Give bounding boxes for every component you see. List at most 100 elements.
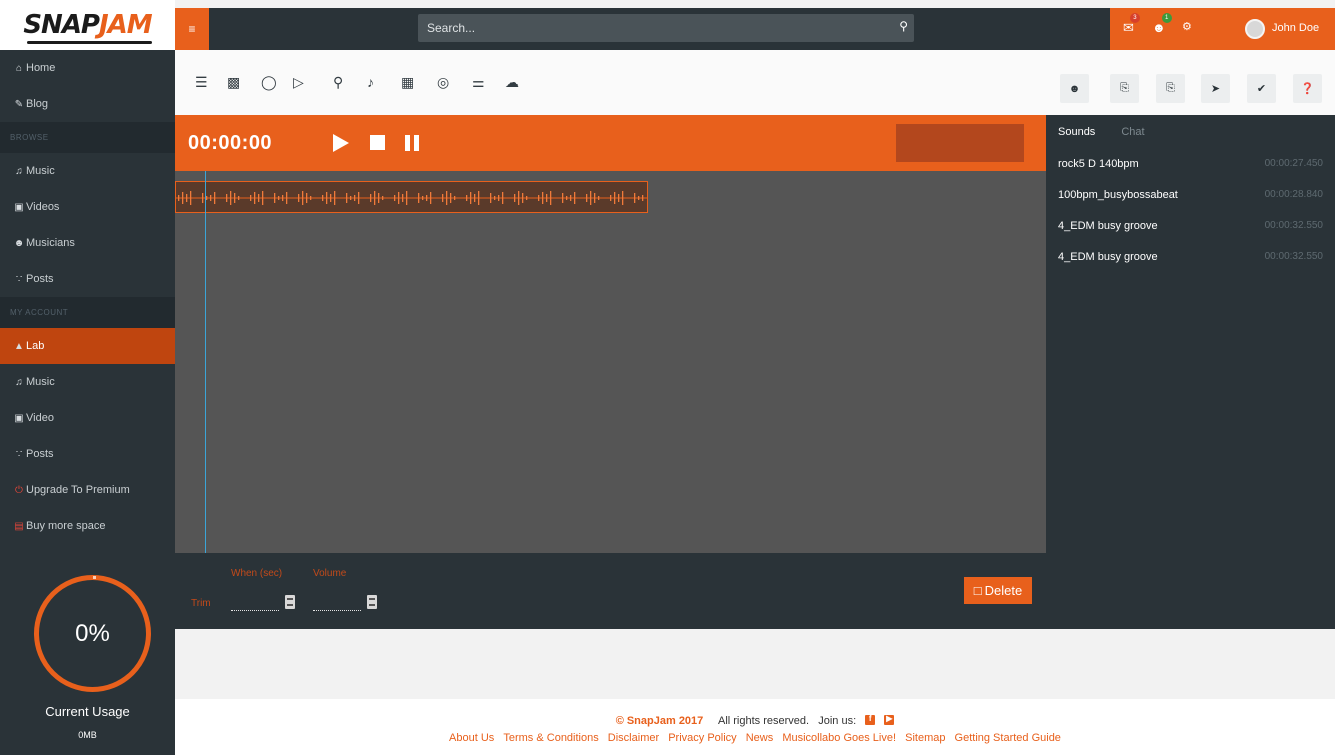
soundcloud-icon[interactable]: ☁: [505, 74, 519, 91]
sound-name: 100bpm_busybossabeat: [1058, 188, 1178, 201]
usage-ring-marker: [93, 576, 96, 579]
play-icon[interactable]: [333, 134, 349, 152]
speaker-icon[interactable]: ◎: [437, 74, 449, 91]
pause-icon[interactable]: [405, 135, 420, 151]
trim-label: Trim: [191, 598, 211, 609]
sidebar-item-my-posts[interactable]: ∵ Posts: [0, 436, 175, 472]
share-button[interactable]: ➤: [1201, 74, 1230, 103]
stop-icon[interactable]: [370, 135, 385, 150]
logo-underline: [27, 41, 152, 44]
footer-link-about[interactable]: About Us: [449, 732, 494, 744]
sidebar-item-upgrade[interactable]: ⏻ Upgrade To Premium: [0, 472, 175, 508]
notification-badge: 1: [1161, 13, 1172, 23]
facebook-icon[interactable]: f: [865, 714, 876, 725]
when-stepper[interactable]: [285, 595, 295, 609]
sidebar-item-label: Buy more space: [26, 520, 106, 532]
sounds-panel: Sounds Chat rock5 D 140bpm 00:00:27.450 …: [1046, 115, 1335, 629]
sidebar-item-label: Music: [26, 376, 55, 388]
youtube-icon[interactable]: ▶: [884, 714, 895, 725]
rss-icon: ∵: [15, 448, 23, 460]
rss-icon: ∵: [15, 273, 23, 285]
instrument-toolbar: ☰ ▩ ◯ ▷ ⚲ ♪ ▦ ◎ ⚌ ☁ ☻ ⎘ ⎘ ➤ ✔ ❓: [175, 50, 1335, 115]
sidebar-item-posts[interactable]: ∵ Posts: [0, 261, 175, 297]
video-icon: ▣: [14, 412, 24, 424]
sidebar-item-music[interactable]: ♫ Music: [0, 153, 175, 189]
sidebar-item-lab[interactable]: ▲ Lab: [0, 328, 175, 364]
flask-icon: ▲: [14, 340, 24, 352]
avatar[interactable]: [1245, 19, 1265, 39]
tab-sounds[interactable]: Sounds: [1058, 126, 1095, 138]
keyboard-icon[interactable]: ▦: [401, 74, 414, 91]
sidebar-item-my-music[interactable]: ♫ Music: [0, 364, 175, 400]
sidebar-item-blog[interactable]: ✎ Blog: [0, 86, 175, 122]
user-name[interactable]: John Doe: [1272, 22, 1319, 34]
footer-link-disclaimer[interactable]: Disclaimer: [608, 732, 659, 744]
when-field[interactable]: [231, 597, 279, 611]
video-icon: ▣: [14, 201, 24, 213]
notification-badge: 3: [1129, 13, 1140, 23]
sidebar-item-my-video[interactable]: ▣ Video: [0, 400, 175, 436]
waveform: [176, 191, 647, 205]
list-item[interactable]: rock5 D 140bpm 00:00:27.450: [1046, 148, 1335, 179]
topbar: ≡ Search... ⚲ ✉ 3 ☻ 1 ⚙ John Doe: [175, 8, 1335, 50]
sidebar-item-label: Posts: [26, 273, 54, 285]
turntable-icon[interactable]: ◯: [261, 74, 277, 91]
export-button[interactable]: ⎘: [1110, 74, 1139, 103]
sidebar-item-label: Blog: [26, 98, 49, 110]
sound-duration: 00:00:27.450: [1264, 158, 1323, 169]
sound-name: rock5 D 140bpm: [1058, 157, 1139, 170]
waveform-icon[interactable]: ⚌: [472, 74, 485, 91]
volume-stepper[interactable]: [367, 595, 377, 609]
timeline[interactable]: [175, 171, 1046, 553]
cogs-icon[interactable]: ⚙: [1182, 20, 1192, 33]
envelope-icon[interactable]: ✉ 3: [1123, 13, 1140, 36]
audio-clip[interactable]: [175, 181, 648, 213]
help-button[interactable]: ❓: [1293, 74, 1322, 103]
footer-link-terms[interactable]: Terms & Conditions: [503, 732, 598, 744]
playhead[interactable]: [205, 171, 206, 553]
sound-duration: 00:00:32.550: [1264, 220, 1323, 231]
footer-link-news[interactable]: News: [746, 732, 774, 744]
delete-button[interactable]: □ Delete: [964, 577, 1032, 604]
sidebar-item-musicians[interactable]: ☻ Musicians: [0, 225, 175, 261]
logo[interactable]: SNAPJAM: [0, 0, 175, 50]
volume-label: Volume: [313, 568, 347, 579]
file-export-icon: ⎘: [1120, 82, 1129, 94]
footer-link-guide[interactable]: Getting Started Guide: [955, 732, 1061, 744]
sidebar-item-home[interactable]: ⌂ Home: [0, 50, 175, 86]
footer-copyright: © SnapJam 2017 All rights reserved. Join…: [615, 714, 895, 727]
sampler-icon[interactable]: ▷: [293, 74, 304, 91]
guitar-icon[interactable]: ♪: [367, 74, 374, 90]
help-icon: ❓: [1300, 83, 1315, 95]
sidebar-item-videos[interactable]: ▣ Videos: [0, 189, 175, 225]
hamburger-icon: ≡: [188, 22, 196, 36]
clip-controls: When (sec) Volume Trim □ Delete: [175, 553, 1046, 629]
sidebar-item-label: Musicians: [26, 237, 75, 249]
collaborators-button[interactable]: ☻: [1060, 74, 1089, 103]
list-item[interactable]: 100bpm_busybossabeat 00:00:28.840: [1046, 179, 1335, 210]
list-item[interactable]: 4_EDM busy groove 00:00:32.550: [1046, 241, 1335, 272]
search-placeholder: Search...: [427, 21, 476, 35]
footer-link-privacy[interactable]: Privacy Policy: [668, 732, 736, 744]
search-icon[interactable]: ⚲: [899, 19, 908, 33]
users-icon: ☻: [1068, 82, 1081, 95]
list-item[interactable]: 4_EDM busy groove 00:00:32.550: [1046, 210, 1335, 241]
delete-label: Delete: [984, 583, 1023, 598]
microphone-icon[interactable]: ⚲: [333, 74, 343, 91]
confirm-button[interactable]: ✔: [1247, 74, 1276, 103]
footer-link-musicollabo[interactable]: Musicollabo Goes Live!: [782, 732, 896, 744]
tab-chat[interactable]: Chat: [1121, 126, 1144, 138]
sidebar-item-buy-space[interactable]: ▤ Buy more space: [0, 508, 175, 544]
drum-icon[interactable]: ▩: [227, 74, 240, 91]
menu-toggle-button[interactable]: ≡: [175, 8, 209, 50]
footer-link-sitemap[interactable]: Sitemap: [905, 732, 945, 744]
when-label: When (sec): [231, 568, 283, 579]
mixer-icon[interactable]: ☰: [195, 74, 208, 91]
search-input[interactable]: Search... ⚲: [418, 14, 914, 42]
import-button[interactable]: ⎘: [1156, 74, 1185, 103]
volume-field[interactable]: [313, 597, 361, 611]
hdd-icon: ▤: [14, 520, 24, 532]
share-icon: ➤: [1210, 83, 1221, 95]
logo-text: SNAPJAM: [23, 10, 153, 44]
users-icon[interactable]: ☻ 1: [1152, 13, 1172, 35]
